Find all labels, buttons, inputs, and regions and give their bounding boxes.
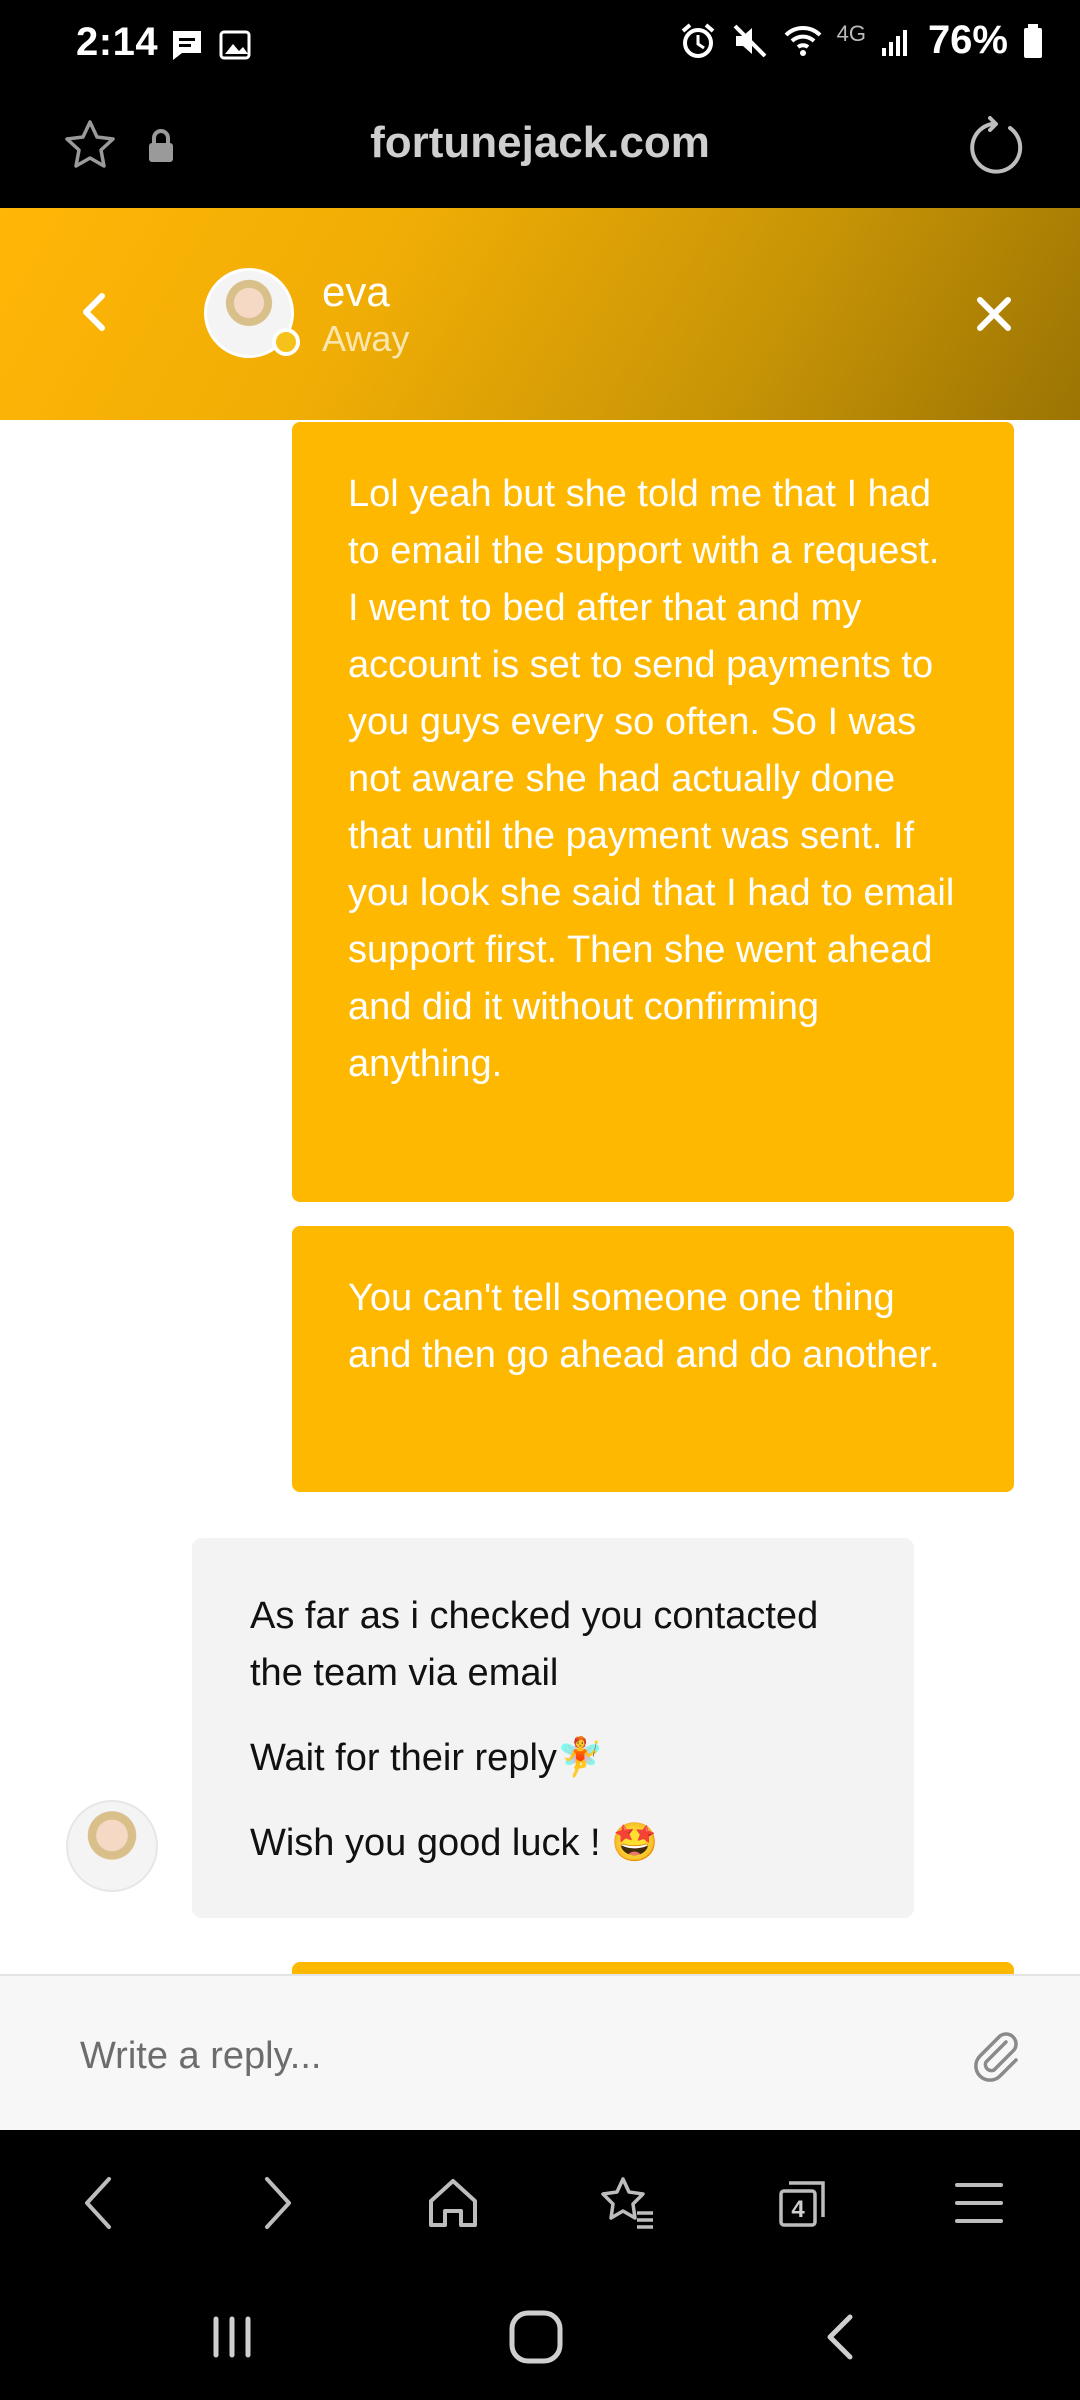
paperclip-icon[interactable] [966, 2024, 1026, 2084]
browser-toolbar: 4 [0, 2130, 1080, 2270]
wifi-icon [784, 25, 821, 56]
forward-button[interactable] [242, 2168, 312, 2238]
browser-address-bar: fortunejack.com [0, 92, 1080, 208]
battery-percent: 76% [927, 18, 1008, 62]
mute-icon [733, 24, 766, 57]
reply-bar [0, 1974, 1080, 2130]
back-button[interactable] [64, 2168, 134, 2238]
system-navigation-bar [0, 2270, 1080, 2400]
agent-status: Away [322, 318, 410, 359]
message-icon [173, 31, 201, 60]
user-message-bubble: Lol yeah but she told me that I had to e… [292, 422, 1014, 1202]
signal-icon [881, 29, 907, 56]
agent-name: eva [322, 268, 390, 315]
home-icon [429, 2179, 477, 2227]
tabs-icon: 4 [779, 2181, 825, 2227]
agent-message-avatar [66, 1800, 158, 1892]
chat-header: eva Away [0, 208, 1080, 420]
reply-input[interactable] [80, 2024, 900, 2088]
back-arrow-icon[interactable] [72, 288, 120, 336]
url-field[interactable]: fortunejack.com [0, 118, 1080, 168]
back-system-button[interactable] [802, 2302, 882, 2372]
agent-message-bubble: As far as i checked you contacted the te… [192, 1538, 914, 1918]
chat-messages[interactable]: Lol yeah but she told me that I had to e… [0, 420, 1080, 1974]
recent-apps-button[interactable] [192, 2302, 272, 2372]
battery-icon [1024, 23, 1042, 58]
alarm-icon [681, 22, 714, 58]
menu-icon [955, 2183, 1003, 2223]
recent-apps-icon [213, 2316, 251, 2358]
status-time: 2:14 [76, 20, 159, 64]
message-text: As far as i checked you contacted the te… [250, 1595, 819, 1694]
home-system-button[interactable] [496, 2302, 576, 2372]
message-text: Wish you good luck ! 🤩 [250, 1822, 659, 1864]
network-label: 4G [836, 20, 866, 46]
user-message-bubble: You can't tell someone one thing and the… [292, 1226, 1014, 1492]
image-icon [219, 30, 251, 60]
close-icon[interactable] [972, 292, 1016, 336]
menu-button[interactable] [944, 2168, 1014, 2238]
message-text: Lol yeah but she told me that I had to e… [348, 473, 955, 1085]
status-bar: 2:14 4G 76% [0, 0, 1080, 92]
status-dot [272, 328, 300, 356]
chevron-right-icon [265, 2177, 291, 2229]
tabs-button[interactable]: 4 [768, 2168, 838, 2238]
user-message-bubble-partial [292, 1962, 1014, 1974]
chevron-left-icon [85, 2177, 111, 2229]
back-chevron-icon [827, 2314, 853, 2360]
bookmarks-icon [601, 2177, 653, 2229]
tab-count: 4 [791, 2196, 805, 2223]
home-circle-icon [509, 2310, 563, 2364]
bookmarks-button[interactable] [592, 2168, 662, 2238]
home-button[interactable] [418, 2168, 488, 2238]
message-text: Wait for their reply🧚 [250, 1737, 605, 1779]
message-text: You can't tell someone one thing and the… [348, 1277, 940, 1376]
reload-icon[interactable] [964, 114, 1028, 178]
